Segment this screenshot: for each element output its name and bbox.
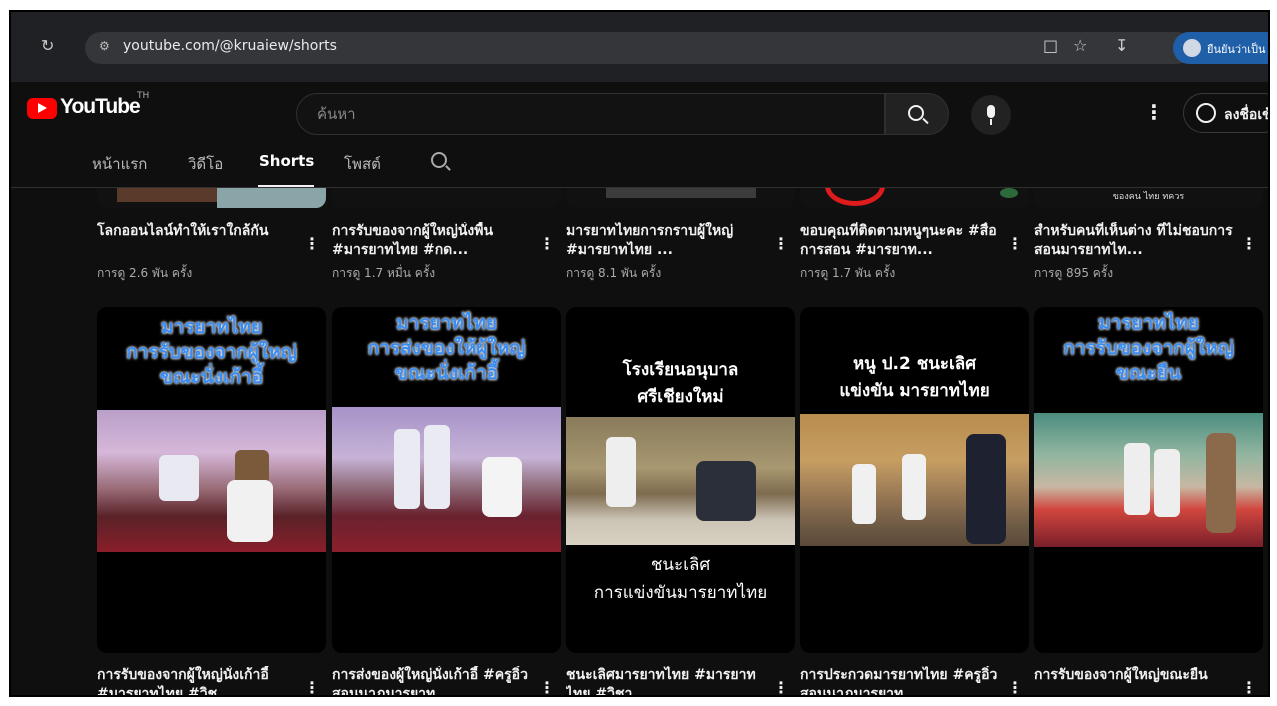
more-actions-icon[interactable]: ⋮ — [1241, 678, 1257, 695]
star-icon[interactable]: ☆ — [1073, 36, 1087, 55]
short-thumbnail[interactable]: โรงเรียนอนุบาล ศรีเชียงใหม่ ชนะเลิศ การแ… — [566, 307, 795, 653]
logo-text[interactable]: YouTube — [60, 95, 141, 119]
short-item[interactable]: ชนะเลิศมารยาทไทย #มารยาทไทย #วิชา... ⋮ — [566, 666, 795, 695]
microphone-icon — [987, 105, 995, 118]
thumbnail-photo — [97, 410, 326, 552]
thumbnail-caption: หนู ป.2 ชนะเลิศ แข่งขัน มารยาทไทย — [839, 354, 990, 401]
short-title[interactable]: โลกออนไลน์ทำให้เราใกล้กัน — [97, 222, 299, 260]
short-title[interactable]: ขอบคุณที่ติดตามหนูๆนะคะ #สื่อการสอน #มาร… — [800, 222, 1002, 260]
view-count: การดู 2.6 พัน ครั้ง — [97, 266, 193, 280]
short-thumbnail[interactable] — [332, 188, 561, 208]
sign-in-label: ลงชื่อเข้ — [1224, 107, 1270, 123]
sign-in-button[interactable]: ลงชื่อเข้ — [1183, 93, 1270, 133]
thumbnail-caption: มารยาทไทย การรับของจากผู้ใหญ่ ขณะยืน — [1063, 312, 1234, 384]
address-bar[interactable]: ⚙ youtube.com/@kruaiew/shorts — [85, 32, 1193, 64]
short-title[interactable]: การรับของจากผู้ใหญ่นั่งพื้น #มารยาทไทย #… — [332, 222, 534, 260]
short-item[interactable]: การรับของจากผู้ใหญ่นั่งเก้าอี้ #มารยาทไท… — [97, 666, 326, 695]
short-item[interactable]: ขอบคุณที่ติดตามหนูๆนะคะ #สื่อการสอน #มาร… — [800, 222, 1029, 283]
tab-home[interactable]: หน้าแรก — [92, 152, 147, 176]
more-actions-icon[interactable]: ⋮ — [773, 678, 789, 695]
channel-search-icon[interactable] — [431, 152, 447, 168]
more-actions-icon[interactable]: ⋮ — [1007, 234, 1023, 253]
short-thumbnail[interactable] — [97, 188, 326, 208]
thumbnail-photo — [800, 414, 1029, 546]
thumbnail-photo — [566, 417, 795, 545]
search-box[interactable] — [296, 93, 885, 135]
short-thumbnail[interactable]: หนู ป.2 ชนะเลิศ แข่งขัน มารยาทไทย — [800, 307, 1029, 653]
thumbnail-caption: โรงเรียนอนุบาล ศรีเชียงใหม่ — [622, 360, 739, 407]
region-code: TH — [137, 91, 150, 101]
search-button[interactable] — [885, 93, 949, 135]
short-thumbnail[interactable] — [800, 188, 1029, 208]
thumbnail-caption: มารยาทไทย การส่งของให้ผู้ใหญ่ ขณะนั่งเก้… — [367, 312, 526, 384]
short-thumbnail[interactable]: มารยาทไทย การรับของจากผู้ใหญ่ ขณะนั่งเก้… — [97, 307, 326, 653]
youtube-logo-icon[interactable] — [27, 98, 57, 119]
short-item[interactable]: โลกออนไลน์ทำให้เราใกล้กัน การดู 2.6 พัน … — [97, 222, 326, 283]
view-count: การดู 8.1 พัน ครั้ง — [566, 266, 662, 280]
profile-avatar-icon — [1183, 39, 1201, 57]
url-text: youtube.com/@kruaiew/shorts — [123, 38, 337, 54]
download-icon[interactable]: ↧ — [1115, 36, 1128, 55]
short-title[interactable]: การรับของจากผู้ใหญ่ขณะยืน — [1034, 666, 1236, 695]
short-title[interactable]: สำหรับคนที่เห็นต่าง ที่ไม่ชอบการสอนมารยา… — [1034, 222, 1236, 260]
tab-shorts[interactable]: Shorts — [259, 152, 314, 170]
shorts-grid: ของคน ไทย ทควร โลกออนไลน์ทำให้เราใกล้กัน… — [97, 188, 1263, 695]
short-title[interactable]: การรับของจากผู้ใหญ่นั่งเก้าอี้ #มารยาทไท… — [97, 666, 299, 695]
more-actions-icon[interactable]: ⋮ — [773, 234, 789, 253]
more-actions-icon[interactable]: ⋮ — [539, 234, 555, 253]
thumbnail-photo — [332, 407, 561, 552]
search-input[interactable] — [297, 94, 884, 134]
screenshot-frame: ↻ ⚙ youtube.com/@kruaiew/shorts □ ☆ ↧ ยื… — [9, 10, 1270, 697]
active-tab-indicator — [258, 185, 314, 187]
profile-chip[interactable]: ยืนยันว่าเป็น — [1173, 32, 1268, 64]
thumbnail-photo — [1034, 413, 1263, 547]
short-thumbnail[interactable]: ของคน ไทย ทควร — [1034, 188, 1263, 208]
short-item[interactable]: การประกวดมารยาทไทย #ครูอิ๋วสอนนาฏมารยาท.… — [800, 666, 1029, 695]
short-item[interactable]: การรับของจากผู้ใหญ่ขณะยืน ⋮ — [1034, 666, 1263, 695]
short-item[interactable]: การรับของจากผู้ใหญ่นั่งพื้น #มารยาทไทย #… — [332, 222, 561, 283]
view-count: การดู 1.7 หมื่น ครั้ง — [332, 266, 436, 280]
short-thumbnail[interactable] — [566, 188, 795, 208]
browser-toolbar: ↻ ⚙ youtube.com/@kruaiew/shorts □ ☆ ↧ ยื… — [11, 12, 1268, 82]
view-count: การดู 1.7 พัน ครั้ง — [800, 266, 896, 280]
more-actions-icon[interactable]: ⋮ — [539, 678, 555, 695]
more-actions-icon[interactable]: ⋮ — [1007, 678, 1023, 695]
short-item[interactable]: การส่งของผู้ใหญ่นั่งเก้าอี้ #ครูอิ๋วสอนน… — [332, 666, 561, 695]
reload-icon[interactable]: ↻ — [41, 36, 54, 55]
thumbnail-text: ของคน ไทย ทควร — [1112, 192, 1185, 202]
tab-videos[interactable]: วิดีโอ — [188, 152, 223, 176]
short-title[interactable]: การส่งของผู้ใหญ่นั่งเก้าอี้ #ครูอิ๋วสอนน… — [332, 666, 534, 695]
short-title[interactable]: มารยาทไทยการกราบผู้ใหญ่ #มารยาทไทย ... — [566, 222, 768, 260]
channel-tabs: หน้าแรก วิดีโอ Shorts โพสต์ — [11, 138, 1268, 188]
more-options-icon[interactable]: ⋮ — [1144, 100, 1164, 124]
site-info-icon[interactable]: ⚙ — [99, 39, 110, 53]
short-thumbnail[interactable]: มารยาทไทย การส่งของให้ผู้ใหญ่ ขณะนั่งเก้… — [332, 307, 561, 653]
youtube-header: YouTube TH ⋮ ลงชื่อเข้ — [11, 82, 1268, 138]
short-title[interactable]: การประกวดมารยาทไทย #ครูอิ๋วสอนนาฏมารยาท.… — [800, 666, 1002, 695]
short-item[interactable]: มารยาทไทยการกราบผู้ใหญ่ #มารยาทไทย ... ก… — [566, 222, 795, 283]
more-actions-icon[interactable]: ⋮ — [1241, 234, 1257, 253]
tab-posts[interactable]: โพสต์ — [344, 152, 381, 176]
short-item[interactable]: สำหรับคนที่เห็นต่าง ที่ไม่ชอบการสอนมารยา… — [1034, 222, 1263, 283]
thumbnail-caption-bottom: ชนะเลิศ การแข่งขันมารยาทไทย — [593, 555, 768, 603]
voice-search-button[interactable] — [971, 95, 1011, 135]
account-icon — [1196, 103, 1216, 123]
profile-label: ยืนยันว่าเป็น — [1207, 43, 1266, 56]
short-title[interactable]: ชนะเลิศมารยาทไทย #มารยาทไทย #วิชา... — [566, 666, 768, 695]
more-actions-icon[interactable]: ⋮ — [304, 234, 320, 253]
install-app-icon[interactable]: □ — [1043, 36, 1058, 55]
more-actions-icon[interactable]: ⋮ — [304, 678, 320, 695]
thumbnail-caption: มารยาทไทย การรับของจากผู้ใหญ่ ขณะนั่งเก้… — [126, 316, 297, 388]
short-thumbnail[interactable]: มารยาทไทย การรับของจากผู้ใหญ่ ขณะยืน — [1034, 307, 1263, 653]
view-count: การดู 895 ครั้ง — [1034, 266, 1114, 280]
